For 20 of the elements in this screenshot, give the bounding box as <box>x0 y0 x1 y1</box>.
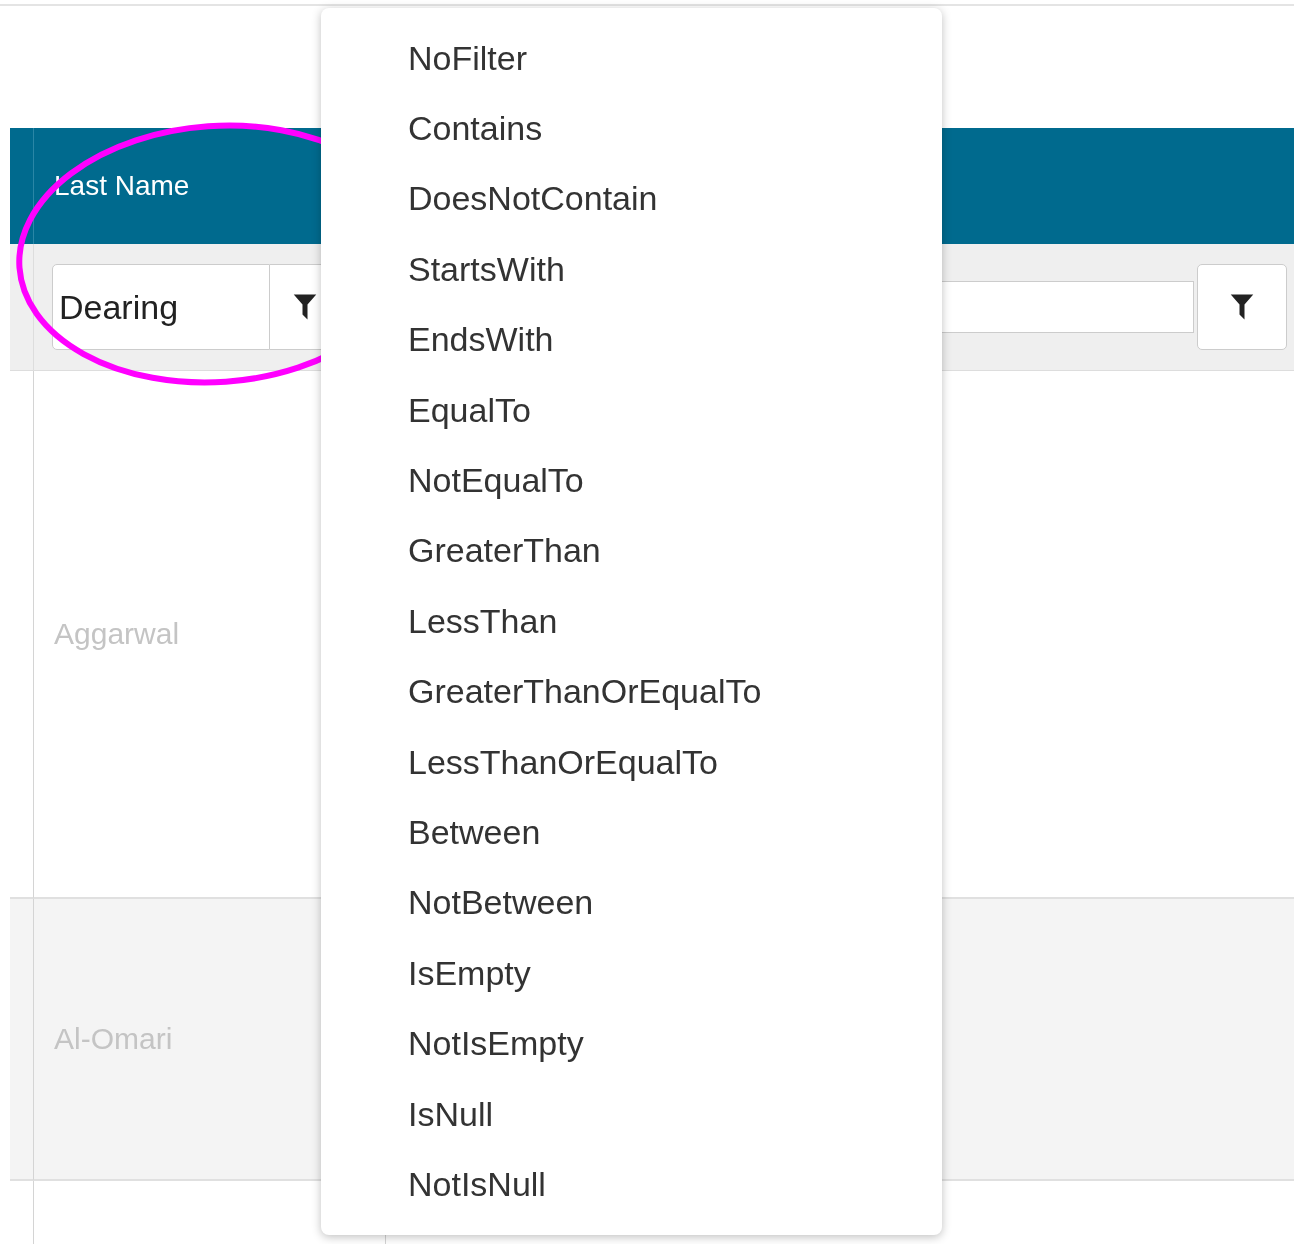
menu-item[interactable]: StartsWith <box>408 249 565 289</box>
menu-item[interactable]: LessThan <box>408 601 558 641</box>
menu-item[interactable]: Between <box>408 813 541 852</box>
menu-item[interactable]: NotBetween <box>408 883 594 923</box>
menu-item[interactable]: NotIsEmpty <box>408 1024 584 1064</box>
menu-item[interactable]: EndsWith <box>408 320 554 360</box>
filter-field[interactable]: Dearing <box>52 264 270 350</box>
menu-item[interactable]: EqualTo <box>408 390 531 430</box>
menu-item[interactable]: NotEqualTo <box>408 461 584 501</box>
menu-item[interactable]: NoFilter <box>408 38 528 78</box>
menu-item[interactable]: IsNull <box>408 1094 494 1134</box>
menu-item[interactable]: DoesNotContain <box>408 179 658 219</box>
filter-icon <box>1229 292 1255 322</box>
menu-item[interactable]: Contains <box>408 109 543 149</box>
filter-button[interactable] <box>1197 264 1287 350</box>
menu-item[interactable]: GreaterThanOrEqualTo <box>408 672 762 712</box>
menu-item[interactable]: IsEmpty <box>408 953 531 993</box>
menu-item[interactable]: LessThanOrEqualTo <box>408 742 718 782</box>
menu-item[interactable]: GreaterThan <box>408 531 601 571</box>
menu-item[interactable]: NotIsNull <box>408 1164 546 1204</box>
